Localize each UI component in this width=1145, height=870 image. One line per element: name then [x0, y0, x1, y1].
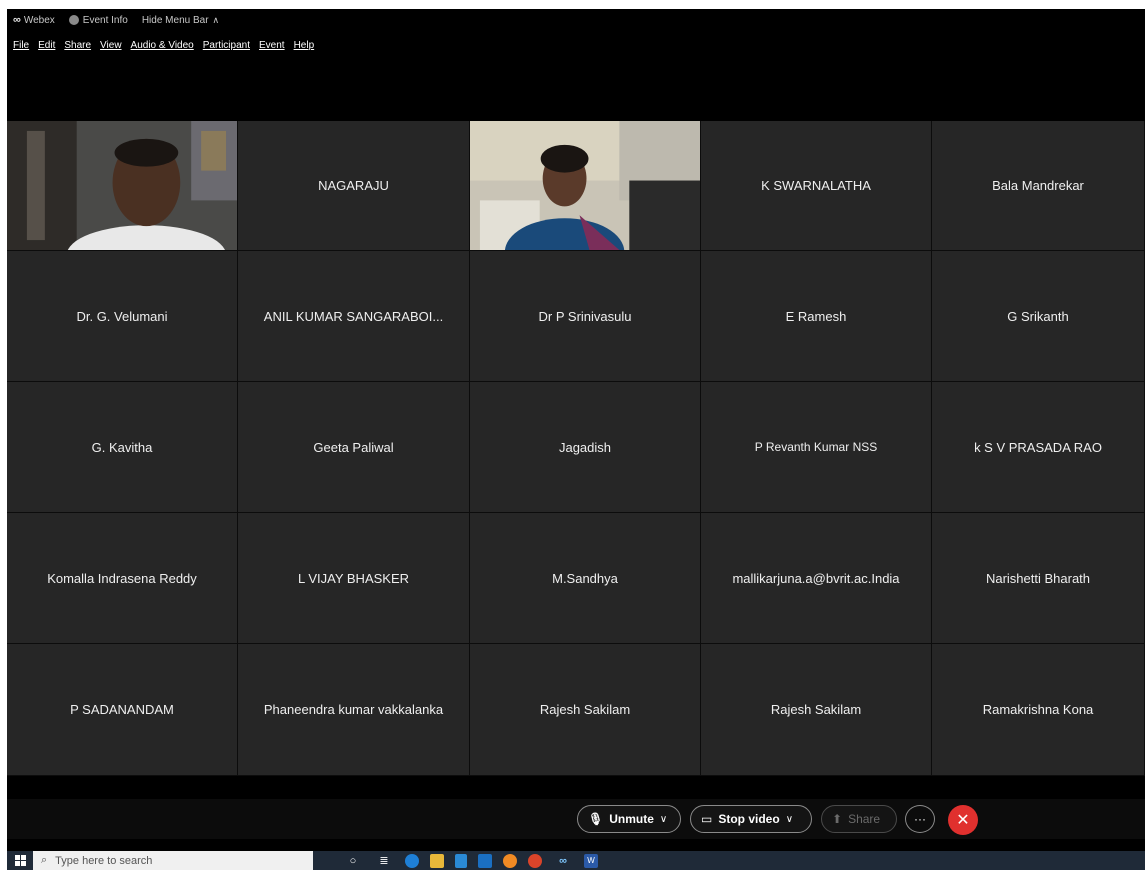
participant-tile[interactable]: Geeta Paliwal	[238, 382, 470, 513]
participant-name: k S V PRASADA RAO	[974, 439, 1102, 455]
participant-name: Jagadish	[558, 439, 612, 455]
windows-logo-icon	[14, 855, 26, 866]
file-explorer-icon[interactable]	[430, 853, 444, 868]
participant-tile[interactable]: K SWARNALATHA	[701, 121, 932, 251]
participant-name: M.Sandhya	[552, 570, 618, 586]
participant-grid: NAGARAJU K SWARNALATHA Bala Mandrekar Dr…	[7, 121, 1145, 776]
mail-icon[interactable]	[478, 853, 492, 868]
participant-tile[interactable]: G. Kavitha	[7, 382, 238, 513]
participant-name: Komalla Indrasena Reddy	[47, 570, 197, 586]
hide-menu-bar-button[interactable]: Hide Menu Bar ∧	[142, 15, 219, 26]
participant-video-tile[interactable]	[7, 121, 238, 251]
participant-tile[interactable]: ANIL KUMAR SANGARABOI...	[238, 251, 470, 382]
edge-icon[interactable]	[405, 853, 419, 868]
task-view-icon[interactable]: ≣	[374, 854, 394, 868]
participant-tile[interactable]: NAGARAJU	[238, 121, 470, 251]
participant-tile[interactable]: k S V PRASADA RAO	[932, 382, 1145, 513]
chevron-up-icon: ∧	[212, 14, 220, 25]
participant-tile[interactable]: Dr P Srinivasulu	[470, 251, 701, 382]
menu-edit[interactable]: Edit	[38, 40, 55, 51]
webex-logo-icon: ∞	[13, 14, 21, 26]
participant-name: Ramakrishna Kona	[982, 702, 1094, 717]
participant-tile[interactable]: L VIJAY BHASKER	[238, 513, 470, 644]
participant-name: Dr P Srinivasulu	[538, 308, 632, 324]
participant-name: L VIJAY BHASKER	[297, 570, 410, 586]
participant-name: G Srikanth	[1007, 308, 1069, 324]
end-call-button[interactable]: ✕	[948, 805, 978, 835]
menu-participant[interactable]: Participant	[203, 40, 250, 51]
participant-name: Narishetti Bharath	[985, 570, 1091, 586]
participant-name: E Ramesh	[785, 308, 847, 324]
info-icon	[68, 15, 79, 25]
participant-name: P Revanth Kumar NSS	[754, 440, 878, 454]
chevron-down-icon: ∨	[785, 813, 794, 825]
more-options-button[interactable]: ···	[905, 805, 935, 833]
participant-tile[interactable]: Ramakrishna Kona	[932, 644, 1145, 776]
webex-icon[interactable]: ∞	[553, 854, 573, 868]
participant-video	[7, 121, 237, 250]
participant-name: ANIL KUMAR SANGARABOI...	[263, 308, 444, 324]
webex-window: ∞ Webex Event Info Hide Menu Bar ∧ File …	[7, 9, 1145, 851]
cortana-icon[interactable]: ○	[343, 854, 363, 868]
participant-name: G. Kavitha	[91, 439, 153, 455]
participant-name: Rajesh Sakilam	[539, 702, 631, 717]
participant-name: Dr. G. Velumani	[76, 308, 168, 324]
webex-app-label: ∞ Webex	[13, 14, 55, 26]
menu-file[interactable]: File	[13, 40, 29, 51]
unmute-button[interactable]: 🎙︎ Unmute ∨	[577, 805, 681, 833]
participant-tile[interactable]: Dr. G. Velumani	[7, 251, 238, 382]
search-icon: ⌕	[41, 854, 48, 866]
participant-name: Phaneendra kumar vakkalanka	[263, 702, 444, 717]
participant-tile[interactable]: mallikarjuna.a@bvrit.ac.India	[701, 513, 932, 644]
participant-tile[interactable]: P SADANANDAM	[7, 644, 238, 776]
menu-bar: File Edit Share View Audio & Video Parti…	[7, 36, 1145, 54]
participant-tile[interactable]: Narishetti Bharath	[932, 513, 1145, 644]
participant-tile[interactable]: E Ramesh	[701, 251, 932, 382]
meeting-controls: 🎙︎ Unmute ∨ ▭ Stop video ∨ ⬆ Share ··· ✕	[7, 799, 1145, 839]
participant-name: K SWARNALATHA	[761, 178, 871, 193]
participant-video	[470, 121, 700, 250]
participant-tile[interactable]: P Revanth Kumar NSS	[701, 382, 932, 513]
participant-name: Geeta Paliwal	[313, 439, 394, 455]
participant-tile[interactable]: Rajesh Sakilam	[701, 644, 932, 776]
participant-tile[interactable]: Komalla Indrasena Reddy	[7, 513, 238, 644]
participant-name: mallikarjuna.a@bvrit.ac.India	[732, 570, 900, 586]
stop-video-button[interactable]: ▭ Stop video ∨	[690, 805, 812, 833]
participant-tile[interactable]: M.Sandhya	[470, 513, 701, 644]
store-icon[interactable]	[455, 853, 467, 868]
menu-view[interactable]: View	[100, 40, 122, 51]
menu-event[interactable]: Event	[259, 40, 285, 51]
participant-tile[interactable]: Bala Mandrekar	[932, 121, 1145, 251]
menu-audio-video[interactable]: Audio & Video	[131, 40, 194, 51]
chrome-icon[interactable]	[528, 853, 542, 868]
title-bar: ∞ Webex Event Info Hide Menu Bar ∧	[7, 9, 1145, 31]
participant-video-tile[interactable]	[470, 121, 701, 251]
share-screen-icon: ⬆	[832, 812, 843, 826]
muted-microphone-icon: 🎙︎	[588, 812, 604, 826]
participant-tile[interactable]: G Srikanth	[932, 251, 1145, 382]
participant-name: NAGARAJU	[318, 178, 389, 193]
participant-name: P SADANANDAM	[70, 702, 174, 717]
event-info-button[interactable]: Event Info	[68, 15, 128, 26]
taskbar-search-input[interactable]: ⌕ Type here to search	[33, 851, 313, 870]
video-camera-icon: ▭	[701, 812, 713, 826]
start-button[interactable]	[7, 851, 33, 870]
firefox-icon[interactable]	[503, 853, 517, 868]
chevron-down-icon: ∨	[659, 813, 668, 825]
menu-help[interactable]: Help	[294, 40, 315, 51]
share-button[interactable]: ⬆ Share	[821, 805, 897, 833]
participant-tile[interactable]: Rajesh Sakilam	[470, 644, 701, 776]
participant-tile[interactable]: Phaneendra kumar vakkalanka	[238, 644, 470, 776]
participant-name: Rajesh Sakilam	[770, 702, 862, 717]
word-icon[interactable]: W	[584, 853, 598, 868]
participant-tile[interactable]: Jagadish	[470, 382, 701, 513]
participant-name: Bala Mandrekar	[992, 178, 1084, 193]
windows-taskbar: ⌕ Type here to search ○ ≣ ∞ W	[7, 851, 1145, 870]
menu-share[interactable]: Share	[64, 40, 91, 51]
